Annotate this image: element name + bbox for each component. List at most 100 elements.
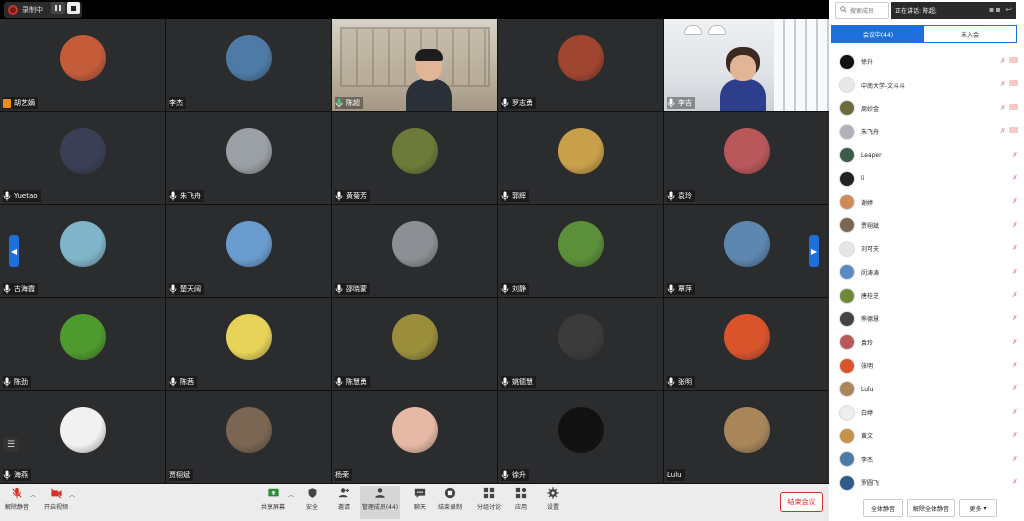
- mic-muted-icon[interactable]: ✗: [1012, 384, 1018, 392]
- mic-muted-icon[interactable]: ✗: [1012, 478, 1018, 486]
- member-row[interactable]: 中南大学-文斗斗 ✗: [829, 73, 1024, 96]
- share-caret-icon[interactable]: ︿: [288, 490, 294, 499]
- breakout-button[interactable]: 分组讨论: [475, 486, 503, 511]
- video-button[interactable]: 开启视频: [43, 486, 69, 511]
- apps-button[interactable]: 应用: [511, 486, 531, 511]
- mic-muted-icon[interactable]: ✗: [1012, 197, 1018, 205]
- participant-tile[interactable]: 海燕: [0, 391, 165, 483]
- mic-muted-icon[interactable]: ✗: [1012, 338, 1018, 346]
- mic-muted-icon[interactable]: ✗: [1012, 314, 1018, 322]
- member-row[interactable]: 唐桂芝 ✗: [829, 284, 1024, 307]
- camera-off-icon[interactable]: [1009, 57, 1018, 63]
- participant-tile[interactable]: Yuetao: [0, 112, 165, 204]
- participant-tile[interactable]: 李杰: [166, 19, 331, 111]
- camera-off-icon[interactable]: [1009, 127, 1018, 134]
- search-placeholder: 搜索成员: [850, 8, 875, 15]
- camera-off-icon[interactable]: [1009, 80, 1018, 87]
- participant-tile[interactable]: 陈劲: [0, 298, 165, 390]
- end-meeting-button[interactable]: 结束会议: [780, 492, 823, 512]
- participant-tile[interactable]: 胡艺嫡: [0, 19, 165, 111]
- member-row[interactable]: 刘可夫 ✗: [829, 237, 1024, 260]
- participant-tile[interactable]: 古海霞: [0, 205, 165, 297]
- chat-button[interactable]: 聊天: [410, 486, 430, 511]
- participant-tile[interactable]: 袁玲: [664, 112, 829, 204]
- stop-record-button[interactable]: 结束录制: [436, 486, 464, 511]
- participant-tile[interactable]: 朱飞舟: [166, 112, 331, 204]
- participant-tile[interactable]: 陈超: [332, 19, 497, 111]
- member-row[interactable]: 白婷 ✗: [829, 401, 1024, 424]
- member-row[interactable]: 贾栩斌 ✗: [829, 214, 1024, 237]
- stop-recording-button[interactable]: [67, 2, 80, 14]
- participant-tile[interactable]: 郭辉: [498, 112, 663, 204]
- participant-tile[interactable]: 黄菊芳: [332, 112, 497, 204]
- mic-muted-icon[interactable]: ✗: [1012, 361, 1018, 369]
- member-row[interactable]: 周妙金 ✗: [829, 97, 1024, 120]
- mic-muted-icon[interactable]: ✗: [1012, 291, 1018, 299]
- participant-tile[interactable]: 覃萍: [664, 205, 829, 297]
- participant-tile[interactable]: 张明: [664, 298, 829, 390]
- avatar: [59, 313, 106, 360]
- participant-tile[interactable]: 邵晓蒙: [332, 205, 497, 297]
- settings-button[interactable]: 设置: [543, 486, 563, 511]
- mic-muted-icon[interactable]: ✗: [1012, 455, 1018, 463]
- member-row[interactable]: li ✗: [829, 167, 1024, 190]
- member-row[interactable]: Leaper ✗: [829, 144, 1024, 167]
- member-row[interactable]: 张明 ✗: [829, 354, 1024, 377]
- participant-name: Lulu: [667, 471, 682, 479]
- mute-button[interactable]: 解除静音: [4, 486, 30, 511]
- mic-muted-icon[interactable]: ✗: [1000, 80, 1006, 88]
- mute-caret-icon[interactable]: ︿: [30, 490, 36, 499]
- next-page-arrow-icon[interactable]: ▶: [809, 235, 819, 267]
- avatar: [59, 406, 106, 453]
- participant-tile[interactable]: 楚天阔: [166, 205, 331, 297]
- security-button[interactable]: 安全: [302, 486, 322, 511]
- member-row[interactable]: 罗圆飞 ✗: [829, 471, 1024, 494]
- list-view-icon[interactable]: ☰: [3, 438, 19, 452]
- mic-muted-icon[interactable]: ✗: [1012, 221, 1018, 229]
- mic-muted-icon[interactable]: ✗: [1012, 268, 1018, 276]
- mic-muted-icon[interactable]: ✗: [1012, 431, 1018, 439]
- member-row[interactable]: 朱飞舟 ✗: [829, 120, 1024, 143]
- member-search-input[interactable]: 搜索成员: [835, 2, 889, 19]
- panel-window-icons[interactable]: ▪▪ ↩: [989, 5, 1013, 14]
- mic-muted-icon[interactable]: ✗: [1012, 408, 1018, 416]
- tab-not-joined[interactable]: 未入会: [924, 26, 1016, 42]
- tab-in-meeting[interactable]: 会议中(44): [832, 26, 924, 42]
- member-row[interactable]: 袁玲 ✗: [829, 331, 1024, 354]
- video-caret-icon[interactable]: ︿: [69, 490, 75, 499]
- mic-muted-icon[interactable]: ✗: [1000, 104, 1006, 112]
- mic-icon: [335, 98, 343, 108]
- member-row[interactable]: 黄文 ✗: [829, 424, 1024, 447]
- member-row[interactable]: 熊德慧 ✗: [829, 307, 1024, 330]
- participant-tile[interactable]: 徐升: [498, 391, 663, 483]
- participant-tile[interactable]: Lulu: [664, 391, 829, 483]
- prev-page-arrow-icon[interactable]: ◀: [9, 235, 19, 267]
- member-row[interactable]: 李杰 ✗: [829, 448, 1024, 471]
- pause-recording-button[interactable]: [51, 2, 65, 14]
- participant-tile[interactable]: 陈慧勇: [332, 298, 497, 390]
- mic-muted-icon[interactable]: ✗: [1012, 244, 1018, 252]
- participant-tile[interactable]: 杨荣: [332, 391, 497, 483]
- mic-muted-icon[interactable]: ✗: [1012, 151, 1018, 159]
- member-row[interactable]: 闵涛涛 ✗: [829, 261, 1024, 284]
- camera-off-icon[interactable]: [1009, 103, 1018, 110]
- more-button[interactable]: 更多 ▾: [959, 499, 997, 517]
- mic-muted-icon[interactable]: ✗: [1000, 57, 1006, 65]
- participant-tile[interactable]: 贾栩斌: [166, 391, 331, 483]
- member-row[interactable]: Lulu ✗: [829, 377, 1024, 400]
- mute-all-button[interactable]: 全体静音: [863, 499, 903, 517]
- participant-tile[interactable]: 姚德慧: [498, 298, 663, 390]
- participant-tile[interactable]: 罗志勇: [498, 19, 663, 111]
- member-row[interactable]: 谢婷 ✗: [829, 190, 1024, 213]
- participant-tile[interactable]: 李吉: [664, 19, 829, 111]
- participant-tile[interactable]: 刘静: [498, 205, 663, 297]
- mic-muted-icon[interactable]: ✗: [1000, 127, 1006, 135]
- unmute-all-button[interactable]: 解除全体静音: [907, 499, 955, 517]
- manage-members-button[interactable]: 管理成员(44): [360, 486, 400, 519]
- member-row[interactable]: 徐升 ✗: [829, 50, 1024, 73]
- chat-label: 聊天: [413, 504, 426, 511]
- invite-button[interactable]: 邀请: [334, 486, 354, 511]
- mic-muted-icon[interactable]: ✗: [1012, 174, 1018, 182]
- participant-tile[interactable]: 陈茜: [166, 298, 331, 390]
- share-screen-button[interactable]: 共享屏幕: [260, 486, 286, 511]
